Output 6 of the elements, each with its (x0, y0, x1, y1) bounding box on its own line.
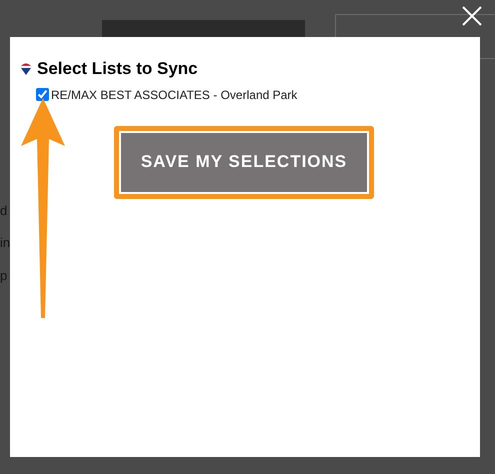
balloon-logo-icon (20, 62, 32, 76)
save-button[interactable]: SAVE MY SELECTIONS (121, 132, 367, 192)
list-checkbox[interactable] (36, 88, 49, 101)
list-label: RE/MAX BEST ASSOCIATES - Overland Park (51, 86, 298, 104)
dialog-title: Select Lists to Sync (37, 58, 198, 80)
close-button[interactable] (461, 5, 483, 27)
